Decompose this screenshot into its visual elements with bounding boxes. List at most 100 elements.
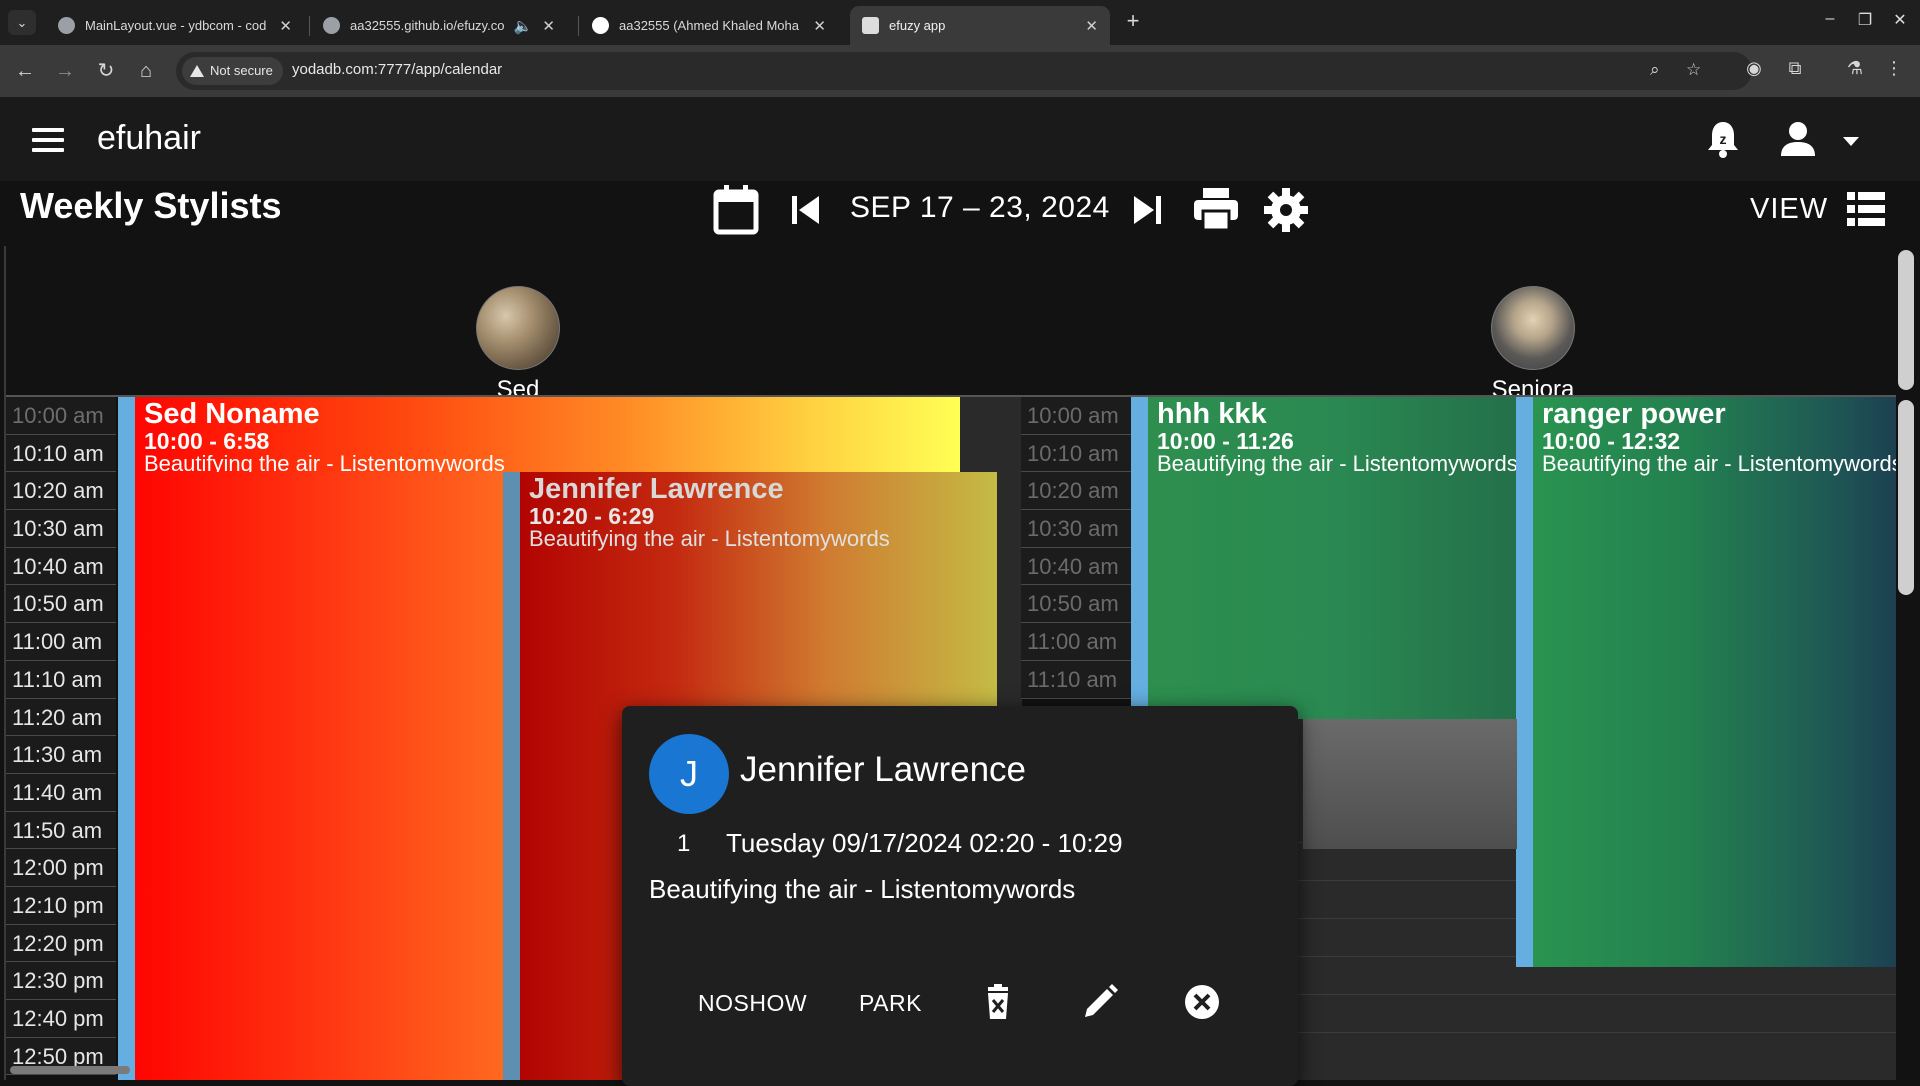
tab-divider [578, 16, 579, 36]
view-list-icon[interactable] [1847, 192, 1885, 226]
tab-title: MainLayout.vue - ydbcom - cod [85, 18, 267, 33]
close-window-icon[interactable]: ✕ [1886, 10, 1914, 30]
appointment-ranger-power[interactable]: ranger power 10:00 - 12:32 Beautifying t… [1516, 397, 1898, 967]
efuzy-favicon-icon [862, 17, 879, 34]
time-column: 10:00 am 10:10 am 10:20 am 10:30 am 10:4… [6, 397, 116, 1076]
appointment-sed-noname[interactable] [118, 397, 508, 1080]
brand-name: efuhair [97, 119, 201, 157]
extension-shield-icon[interactable]: ◉ [1741, 58, 1767, 79]
svg-text:z: z [1720, 131, 1727, 147]
selection-highlight [1303, 719, 1517, 849]
next-week-icon[interactable] [1132, 193, 1162, 227]
close-circle-icon[interactable] [1184, 984, 1220, 1020]
appointment-accent-bar [118, 397, 135, 1080]
notification-bell-icon[interactable]: z [1705, 119, 1741, 159]
browser-tab-1[interactable]: MainLayout.vue - ydbcom - cod ✕ [46, 6, 304, 45]
extensions-puzzle-icon[interactable]: ⧉ [1782, 58, 1808, 79]
restore-window-icon[interactable]: ❐ [1851, 10, 1879, 30]
stylist-avatar [476, 286, 560, 370]
address-bar[interactable]: Not secure yodadb.com:7777/app/calendar … [176, 52, 1752, 90]
appointment-client-name: Jennifer Lawrence [529, 473, 784, 505]
home-icon[interactable]: ⌂ [132, 57, 160, 85]
browser-tab-active[interactable]: efuzy app ✕ [850, 6, 1110, 45]
stylist-header-sed[interactable]: Sed [468, 286, 568, 404]
popup-date-time: Tuesday 09/17/2024 02:20 - 10:29 [726, 828, 1123, 858]
print-icon[interactable] [1193, 187, 1239, 231]
time-label: 10:20 am [1021, 472, 1131, 511]
browser-tab-strip: ⌄ MainLayout.vue - ydbcom - cod ✕ aa3255… [0, 0, 1920, 45]
appointment-popup: J Jennifer Lawrence 1 Tuesday 09/17/2024… [622, 706, 1298, 1086]
time-label: 11:40 am [6, 773, 116, 812]
time-label: 10:00 am [6, 397, 116, 435]
stylist-avatar [1491, 286, 1575, 370]
time-label: 10:20 am [6, 472, 116, 511]
park-button[interactable]: PARK [859, 990, 922, 1017]
inner-scrollbar-thumb[interactable] [1898, 400, 1914, 595]
time-label: 10:30 am [1021, 510, 1131, 548]
tab-close-icon[interactable]: ✕ [1085, 17, 1098, 35]
noshow-button[interactable]: NOSHOW [698, 990, 807, 1017]
calendar-toolbar: Weekly Stylists SEP 17 – 23, 2024 VIEW [0, 181, 1920, 246]
new-tab-plus-icon[interactable]: + [1121, 10, 1145, 34]
appointment-client-name: hhh kkk [1157, 398, 1267, 430]
browser-tab-3[interactable]: aa32555 (Ahmed Khaled Moha ✕ [580, 6, 838, 45]
back-arrow-icon[interactable]: ← [11, 57, 39, 85]
calendar-picker-icon[interactable] [713, 184, 759, 236]
tab-title: aa32555.github.io/efuzy.co [350, 18, 505, 33]
time-label: 12:10 pm [6, 886, 116, 925]
time-label: 12:40 pm [6, 1000, 116, 1038]
time-label: 10:10 am [6, 434, 116, 473]
tab-close-icon[interactable]: ✕ [813, 17, 826, 35]
time-label: 11:30 am [6, 736, 116, 774]
view-label[interactable]: VIEW [1750, 193, 1828, 226]
tab-close-icon[interactable]: ✕ [279, 17, 292, 35]
appointment-service: Beautifying the air - Listentomywords [144, 451, 505, 472]
appointment-client-name: ranger power [1542, 398, 1726, 430]
browser-toolbar: ← → ↻ ⌂ Not secure yodadb.com:7777/app/c… [0, 45, 1920, 97]
reload-icon[interactable]: ↻ [92, 57, 120, 85]
tab-close-icon[interactable]: ✕ [542, 17, 555, 35]
forward-arrow-icon[interactable]: → [51, 57, 79, 85]
browser-tab-2[interactable]: aa32555.github.io/efuzy.co 🔈 ✕ [311, 6, 567, 45]
popup-client-name: Jennifer Lawrence [740, 750, 1026, 789]
labs-flask-icon[interactable]: ⚗ [1842, 58, 1868, 79]
account-person-icon[interactable] [1778, 121, 1818, 157]
time-label: 11:00 am [6, 623, 116, 661]
time-label: 10:40 am [1021, 547, 1131, 586]
tab-title: aa32555 (Ahmed Khaled Moha [619, 18, 799, 33]
zoom-icon[interactable]: ⌕ [1650, 60, 1660, 80]
appointment-hhh-kkk[interactable]: hhh kkk 10:00 - 11:26 Beautifying the ai… [1131, 397, 1517, 719]
menu-hamburger-icon[interactable] [32, 128, 64, 152]
stylist-header-seniora[interactable]: Seniora [1468, 286, 1598, 404]
minimize-window-icon[interactable]: – [1816, 10, 1844, 28]
horizontal-scrollbar-thumb[interactable] [10, 1066, 130, 1074]
appointment-service: Beautifying the air - Listentomywords [1157, 451, 1517, 476]
appointment-accent-bar [118, 397, 135, 472]
date-range-label[interactable]: SEP 17 – 23, 2024 [850, 191, 1110, 225]
client-avatar: J [649, 734, 729, 814]
appointment-service: Beautifying the air - Listentomywords [1542, 451, 1898, 476]
appointment-client-name: Sed Noname [144, 398, 320, 430]
not-secure-chip[interactable]: Not secure [182, 57, 283, 85]
previous-week-icon[interactable] [791, 193, 821, 227]
account-dropdown-caret-icon[interactable] [1843, 137, 1859, 146]
url-text[interactable]: yodadb.com:7777/app/calendar [292, 61, 502, 78]
time-label: 11:20 am [6, 698, 116, 737]
time-label: 10:00 am [1021, 397, 1131, 435]
menu-kebab-icon[interactable]: ⋮ [1881, 58, 1907, 79]
vertical-scrollbar-thumb[interactable] [1898, 250, 1914, 390]
speaker-icon[interactable]: 🔈 [514, 17, 533, 35]
time-label: 10:40 am [6, 547, 116, 586]
time-label: 11:10 am [1021, 660, 1131, 699]
vscode-favicon-icon [58, 17, 75, 34]
edit-pencil-icon[interactable] [1082, 984, 1118, 1020]
tab-search-chevron-icon[interactable]: ⌄ [8, 10, 36, 35]
bookmark-star-icon[interactable]: ☆ [1686, 60, 1701, 80]
time-label: 10:50 am [1021, 585, 1131, 624]
time-label: 12:00 pm [6, 849, 116, 887]
settings-gear-icon[interactable] [1263, 187, 1309, 233]
appointment-service: Beautifying the air - Listentomywords [529, 526, 890, 551]
appointment-sed-noname-header[interactable]: Sed Noname 10:00 - 6:58 Beautifying the … [118, 397, 960, 472]
delete-icon[interactable] [980, 984, 1016, 1020]
tab-divider [309, 16, 310, 36]
